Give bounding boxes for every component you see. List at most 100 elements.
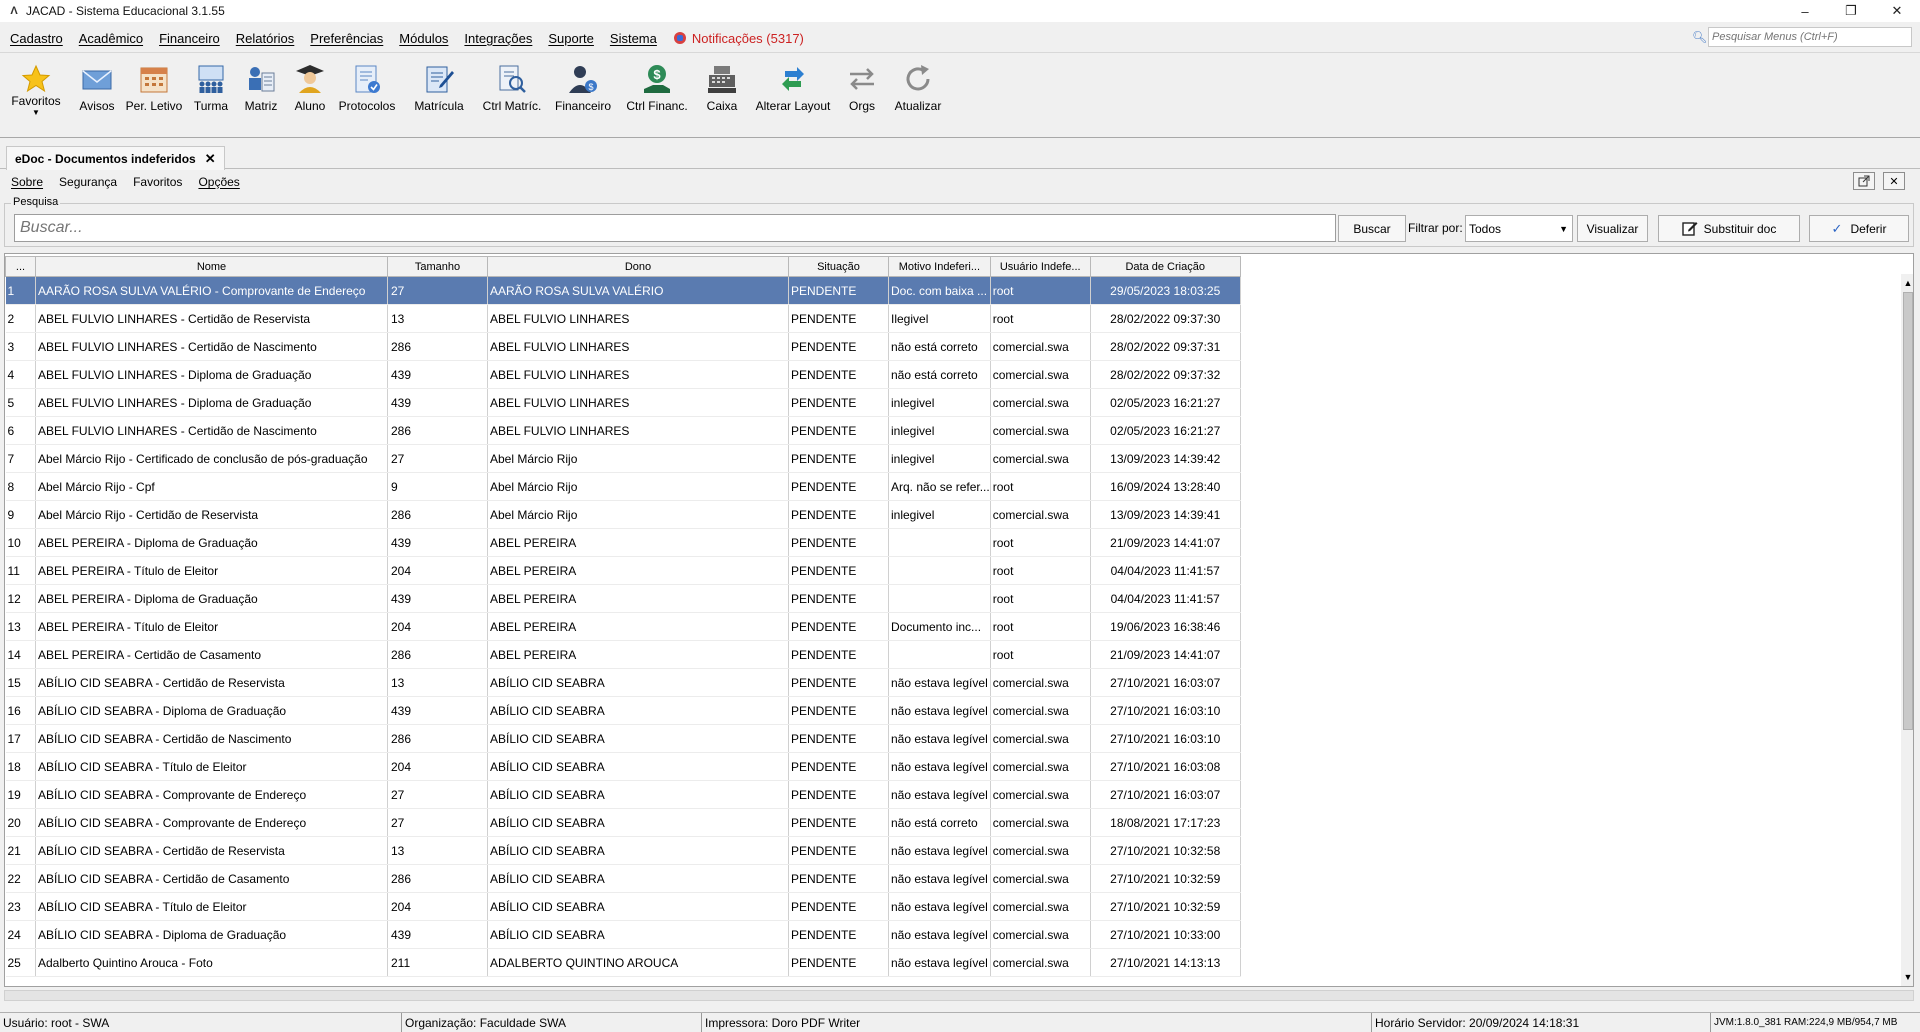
atualizar-button[interactable]: Atualizar <box>888 53 948 139</box>
scroll-down-icon[interactable]: ▼ <box>1901 970 1913 984</box>
scrollbar-thumb[interactable] <box>1903 292 1913 730</box>
cell-nome: ABÍLIO CID SEABRA - Título de Eleitor <box>35 892 388 921</box>
table-row[interactable]: 8 Abel Márcio Rijo - Cpf 9 Abel Márcio Rijo… <box>5 472 1241 501</box>
table-row[interactable]: 10 ABEL PEREIRA - Diploma de Graduação 439… <box>5 528 1241 557</box>
orgs-button[interactable]: Orgs <box>836 53 888 139</box>
column-header-dono[interactable]: Dono <box>487 256 789 277</box>
menu-sistema[interactable]: Sistema <box>610 31 657 46</box>
column-header-nome[interactable]: Nome <box>35 256 388 277</box>
close-tab-icon[interactable]: ✕ <box>205 151 216 167</box>
substituir-doc-button[interactable]: Substituir doc <box>1658 215 1800 242</box>
table-row[interactable]: 4 ABEL FULVIO LINHARES - Diploma de Gradu… <box>5 360 1241 389</box>
alterar-layout-button[interactable]: Alterar Layout <box>750 53 836 139</box>
cell-dono: AARÃO ROSA SULVA VALÉRIO <box>487 276 789 305</box>
table-row[interactable]: 5 ABEL FULVIO LINHARES - Diploma de Gradu… <box>5 388 1241 417</box>
table-row[interactable]: 9 Abel Márcio Rijo - Certidão de Reservis… <box>5 500 1241 529</box>
favoritos-button[interactable]: Favoritos ▼ <box>0 53 72 139</box>
cell-dono: Abel Márcio Rijo <box>487 444 789 473</box>
controle-matricula-button[interactable]: Ctrl Matríc. <box>478 53 546 139</box>
menu-academico[interactable]: Acadêmico <box>79 31 143 46</box>
protocolos-button[interactable]: Protocolos <box>334 53 400 139</box>
cell-usuario-indeferimento: comercial.swa <box>990 752 1091 781</box>
table-row[interactable]: 3 ABEL FULVIO LINHARES - Certidão de Nasc… <box>5 332 1241 361</box>
cell-data-criacao: 27/10/2021 16:03:10 <box>1090 696 1241 725</box>
menu-cadastro[interactable]: Cadastro <box>10 31 63 46</box>
filter-select[interactable]: Todos ▼ <box>1465 215 1573 242</box>
column-header-data-criacao[interactable]: Data de Criação <box>1089 256 1241 277</box>
table-row[interactable]: 13 ABEL PEREIRA - Título de Eleitor 204 ABE… <box>5 612 1241 641</box>
submenu-favoritos[interactable]: Favoritos <box>133 175 182 189</box>
matricula-button[interactable]: Matrícula <box>400 53 478 139</box>
submenu-opcoes[interactable]: Opções <box>198 175 239 189</box>
deferir-button[interactable]: ✓ Deferir <box>1809 215 1909 242</box>
detach-window-button[interactable] <box>1853 172 1875 190</box>
scroll-up-icon[interactable]: ▲ <box>1901 276 1913 290</box>
cell-nome: ABEL PEREIRA - Certidão de Casamento <box>35 640 388 669</box>
close-window-button[interactable]: ✕ <box>1883 172 1905 190</box>
toolbar: Favoritos ▼ Avisos Per. Letivo Turma Mat… <box>0 52 1920 138</box>
column-header-situacao[interactable]: Situação <box>788 256 889 277</box>
table-row[interactable]: 22 ABÍLIO CID SEABRA - Certidão de Casame… <box>5 864 1241 893</box>
toolbar-label: Atualizar <box>894 99 942 113</box>
table-row[interactable]: 18 ABÍLIO CID SEABRA - Título de Eleitor 2… <box>5 752 1241 781</box>
table-row[interactable]: 21 ABÍLIO CID SEABRA - Certidão de Reserv… <box>5 836 1241 865</box>
cell-row-index: 21 <box>5 836 36 865</box>
table-row[interactable]: 12 ABEL PEREIRA - Diploma de Graduação 439… <box>5 584 1241 613</box>
cell-motivo-indeferimento: não estava legível <box>888 752 991 781</box>
cell-data-criacao: 27/10/2021 16:03:08 <box>1090 752 1241 781</box>
cell-motivo-indeferimento: não está correto <box>888 360 991 389</box>
menu-integracoes[interactable]: Integrações <box>464 31 532 46</box>
table-row[interactable]: 15 ABÍLIO CID SEABRA - Certidão de Reserv… <box>5 668 1241 697</box>
menu-financeiro[interactable]: Financeiro <box>159 31 220 46</box>
calendar-icon <box>138 63 170 95</box>
cell-motivo-indeferimento <box>888 528 991 557</box>
visualizar-button[interactable]: Visualizar <box>1577 215 1648 242</box>
table-row[interactable]: 16 ABÍLIO CID SEABRA - Diploma de Graduaç… <box>5 696 1241 725</box>
column-header-motivo[interactable]: Motivo Indeferi... <box>888 256 991 277</box>
buscar-button[interactable]: Buscar <box>1338 215 1406 242</box>
column-header-tamanho[interactable]: Tamanho <box>387 256 488 277</box>
horizontal-scrollbar[interactable] <box>4 990 1914 1001</box>
aluno-button[interactable]: Aluno <box>286 53 334 139</box>
avisos-button[interactable]: Avisos <box>72 53 122 139</box>
notifications-menu[interactable]: Notificações (5317) <box>673 31 804 46</box>
caixa-button[interactable]: Caixa <box>694 53 750 139</box>
vertical-scrollbar[interactable]: ▲ ▼ <box>1901 274 1913 986</box>
table-row[interactable]: 11 ABEL PEREIRA - Título de Eleitor 204 ABE… <box>5 556 1241 585</box>
tab-edoc-documentos-indeferidos[interactable]: eDoc - Documentos indeferidos ✕ <box>6 146 225 170</box>
cell-data-criacao: 29/05/2023 18:03:25 <box>1090 276 1241 305</box>
table-row[interactable]: 17 ABÍLIO CID SEABRA - Certidão de Nascim… <box>5 724 1241 753</box>
table-row[interactable]: 6 ABEL FULVIO LINHARES - Certidão de Nasc… <box>5 416 1241 445</box>
search-input[interactable] <box>14 214 1336 242</box>
financeiro-button[interactable]: $ Financeiro <box>546 53 620 139</box>
table-row[interactable]: 7 Abel Márcio Rijo - Certificado de concl… <box>5 444 1241 473</box>
close-button[interactable]: ✕ <box>1874 0 1920 22</box>
cell-row-index: 23 <box>5 892 36 921</box>
turma-button[interactable]: Turma <box>186 53 236 139</box>
table-row[interactable]: 1 AARÃO ROSA SULVA VALÉRIO - Comprovante … <box>5 276 1241 305</box>
submenu-sobre[interactable]: Sobre <box>11 175 43 189</box>
periodo-letivo-button[interactable]: Per. Letivo <box>122 53 186 139</box>
column-header-usuario[interactable]: Usuário Indefe... <box>989 256 1091 277</box>
menu-relatorios[interactable]: Relatórios <box>236 31 295 46</box>
maximize-button[interactable]: ❐ <box>1828 0 1874 22</box>
menu-search-input[interactable] <box>1708 27 1912 47</box>
column-header-index[interactable]: ... <box>5 256 36 277</box>
table-row[interactable]: 25 Adalberto Quintino Arouca - Foto 211 ADA… <box>5 948 1241 977</box>
cell-data-criacao: 02/05/2023 16:21:27 <box>1090 388 1241 417</box>
table-row[interactable]: 24 ABÍLIO CID SEABRA - Diploma de Graduaç… <box>5 920 1241 949</box>
cell-tamanho: 286 <box>387 864 488 893</box>
table-row[interactable]: 2 ABEL FULVIO LINHARES - Certidão de Rese… <box>5 304 1241 333</box>
matriz-button[interactable]: Matriz <box>236 53 286 139</box>
table-row[interactable]: 14 ABEL PEREIRA - Certidão de Casamento 28… <box>5 640 1241 669</box>
submenu-seguranca[interactable]: Segurança <box>59 175 117 189</box>
minimize-button[interactable]: – <box>1782 0 1828 22</box>
cell-data-criacao: 28/02/2022 09:37:31 <box>1090 332 1241 361</box>
table-row[interactable]: 20 ABÍLIO CID SEABRA - Comprovante de End… <box>5 808 1241 837</box>
menu-preferencias[interactable]: Preferências <box>310 31 383 46</box>
table-row[interactable]: 23 ABÍLIO CID SEABRA - Título de Eleitor 2… <box>5 892 1241 921</box>
menu-modulos[interactable]: Módulos <box>399 31 448 46</box>
menu-suporte[interactable]: Suporte <box>548 31 594 46</box>
table-row[interactable]: 19 ABÍLIO CID SEABRA - Comprovante de End… <box>5 780 1241 809</box>
controle-financeiro-button[interactable]: $ Ctrl Financ. <box>620 53 694 139</box>
